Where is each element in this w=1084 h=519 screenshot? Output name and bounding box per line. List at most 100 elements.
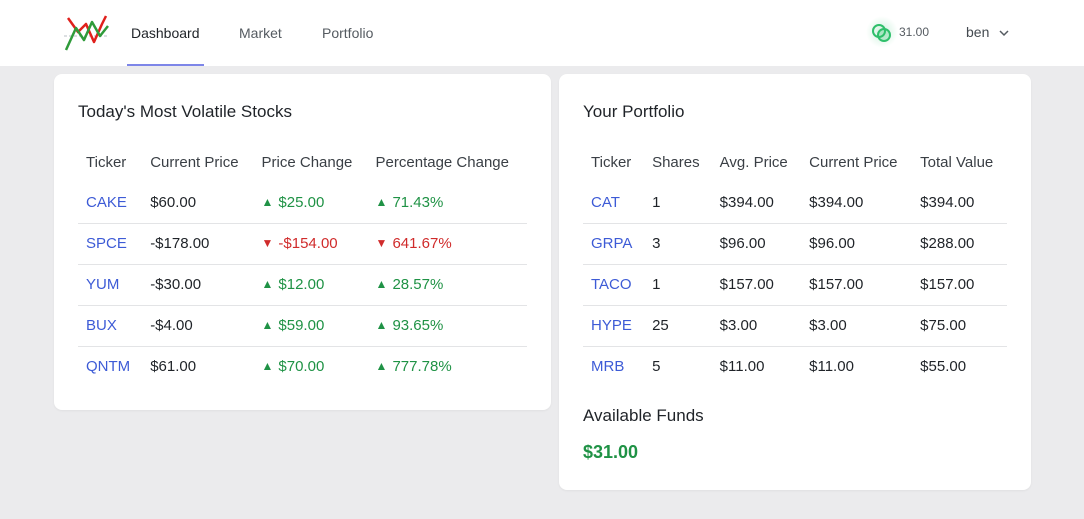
table-row: SPCE -$178.00 ▼ -$154.00 ▼ 641.67%	[78, 222, 527, 264]
shares: 3	[644, 222, 712, 264]
triangle-up-icon: ▲	[261, 359, 274, 374]
user-menu[interactable]: ben	[966, 24, 1009, 40]
shares: 25	[644, 304, 712, 346]
avg-price: $394.00	[719, 193, 774, 211]
price-change: ▼ -$154.00	[253, 222, 368, 264]
col-avg-price: Avg. Price	[719, 153, 788, 171]
triangle-up-icon: ▲	[375, 277, 388, 291]
ticker-link[interactable]: GRPA	[591, 235, 632, 252]
table-row: BUX -$4.00 ▲ $59.00 ▲ 93.65%	[78, 304, 527, 346]
table-row: GRPA 3 $96.00 $96.00 $288.00	[583, 222, 1007, 264]
current-price: $3.00	[801, 304, 913, 346]
col-current-price: Current Price	[150, 153, 239, 171]
price-change: ▲ $59.00	[253, 304, 368, 346]
available-funds-value: $31.00	[583, 442, 639, 462]
total-value: $55.00	[912, 345, 1007, 387]
col-current-price: Current Price	[809, 153, 898, 171]
current-price: $60.00	[150, 193, 197, 211]
percentage-change-value: 641.67%	[392, 235, 452, 252]
portfolio-table: Ticker Shares Avg. Price Current Price T…	[583, 142, 1007, 387]
current-price: -$178.00	[142, 222, 254, 264]
current-price: $61.00	[142, 345, 254, 387]
table-header-row: Ticker Shares Avg. Price Current Price T…	[583, 142, 1007, 182]
avg-price: $11.00	[711, 345, 802, 387]
nav-dashboard[interactable]: Dashboard	[127, 0, 203, 66]
col-ticker: Ticker	[591, 153, 632, 171]
chevron-down-icon	[999, 30, 1009, 37]
price-change-value: -$154.00	[278, 235, 338, 252]
ticker-link[interactable]: BUX	[86, 317, 117, 334]
col-shares: Shares	[652, 153, 700, 171]
table-row: TACO 1 $157.00 $157.00 $157.00	[583, 263, 1007, 305]
percentage-change-value: 93.65%	[392, 317, 444, 334]
nav-market[interactable]: Market	[239, 0, 282, 66]
price-change: ▲ $70.00	[253, 345, 368, 387]
ticker-link[interactable]: TACO	[591, 276, 632, 293]
portfolio-title: Your Portfolio	[583, 102, 685, 121]
col-total-value: Total Value	[920, 153, 994, 171]
current-price: $11.00	[801, 345, 913, 387]
percentage-change-value: 28.57%	[392, 276, 444, 293]
price-change-value: $59.00	[278, 317, 325, 334]
triangle-up-icon: ▲	[375, 194, 388, 209]
shares: 1	[652, 193, 661, 211]
volatile-stocks-card: Today's Most Volatile Stocks Ticker Curr…	[54, 74, 551, 410]
percentage-change: ▲ 777.78%	[367, 345, 527, 387]
table-row: CAT 1 $394.00 $394.00 $394.00	[583, 182, 1007, 223]
current-price: -$4.00	[142, 304, 254, 346]
col-percentage-change: Percentage Change	[375, 153, 509, 171]
percentage-change: ▲ 28.57%	[367, 263, 527, 305]
current-price: -$30.00	[142, 263, 254, 305]
nav-portfolio[interactable]: Portfolio	[322, 0, 373, 66]
ticker-link[interactable]: QNTM	[86, 358, 130, 375]
available-funds-label: Available Funds	[583, 406, 704, 425]
current-price: $394.00	[809, 193, 864, 211]
avg-price: $157.00	[711, 263, 802, 305]
table-row: MRB 5 $11.00 $11.00 $55.00	[583, 345, 1007, 387]
table-row: YUM -$30.00 ▲ $12.00 ▲ 28.57%	[78, 263, 527, 305]
table-row: HYPE 25 $3.00 $3.00 $75.00	[583, 304, 1007, 346]
balance-value: 31.00	[899, 25, 930, 39]
triangle-up-icon: ▲	[261, 277, 274, 291]
ticker-link[interactable]: YUM	[86, 276, 119, 293]
price-change: ▲ $25.00	[254, 182, 368, 223]
table-row: QNTM $61.00 ▲ $70.00 ▲ 777.78%	[78, 345, 527, 387]
avg-price: $96.00	[711, 222, 802, 264]
price-change-value: $25.00	[278, 193, 325, 211]
price-change: ▲ $12.00	[253, 263, 368, 305]
ticker-link[interactable]: HYPE	[591, 317, 632, 334]
coins-icon	[872, 24, 891, 42]
triangle-down-icon: ▼	[375, 236, 388, 250]
triangle-down-icon: ▼	[261, 236, 274, 250]
current-price: $96.00	[801, 222, 913, 264]
stock-chart-logo[interactable]	[62, 14, 110, 54]
total-value: $394.00	[920, 193, 975, 211]
ticker-link[interactable]: CAT	[591, 194, 620, 211]
ticker-link[interactable]: CAKE	[86, 194, 127, 211]
percentage-change: ▼ 641.67%	[367, 222, 527, 264]
percentage-change-value: 777.78%	[392, 358, 452, 376]
ticker-link[interactable]: SPCE	[86, 235, 127, 252]
percentage-change: ▲ 71.43%	[368, 182, 527, 223]
percentage-change-value: 71.43%	[392, 193, 444, 211]
table-header-row: Ticker Current Price Price Change Percen…	[78, 142, 527, 182]
price-change-value: $70.00	[278, 358, 325, 376]
navbar: Dashboard Market Portfolio 31.00 ben	[0, 0, 1084, 66]
percentage-change: ▲ 93.65%	[367, 304, 527, 346]
volatile-table: Ticker Current Price Price Change Percen…	[78, 142, 527, 387]
portfolio-card: Your Portfolio Ticker Shares Avg. Price …	[559, 74, 1031, 490]
col-ticker: Ticker	[86, 153, 127, 171]
table-row: CAKE $60.00 ▲ $25.00 ▲ 71.43%	[78, 182, 527, 223]
user-name: ben	[966, 24, 990, 40]
total-value: $157.00	[912, 263, 1007, 305]
volatile-title: Today's Most Volatile Stocks	[78, 102, 292, 121]
ticker-link[interactable]: MRB	[591, 358, 624, 375]
shares: 5	[644, 345, 712, 387]
triangle-up-icon: ▲	[375, 318, 388, 332]
price-change-value: $12.00	[278, 276, 325, 293]
triangle-up-icon: ▲	[261, 318, 274, 332]
total-value: $75.00	[912, 304, 1007, 346]
triangle-up-icon: ▲	[261, 194, 274, 209]
current-price: $157.00	[801, 263, 913, 305]
shares: 1	[644, 263, 712, 305]
